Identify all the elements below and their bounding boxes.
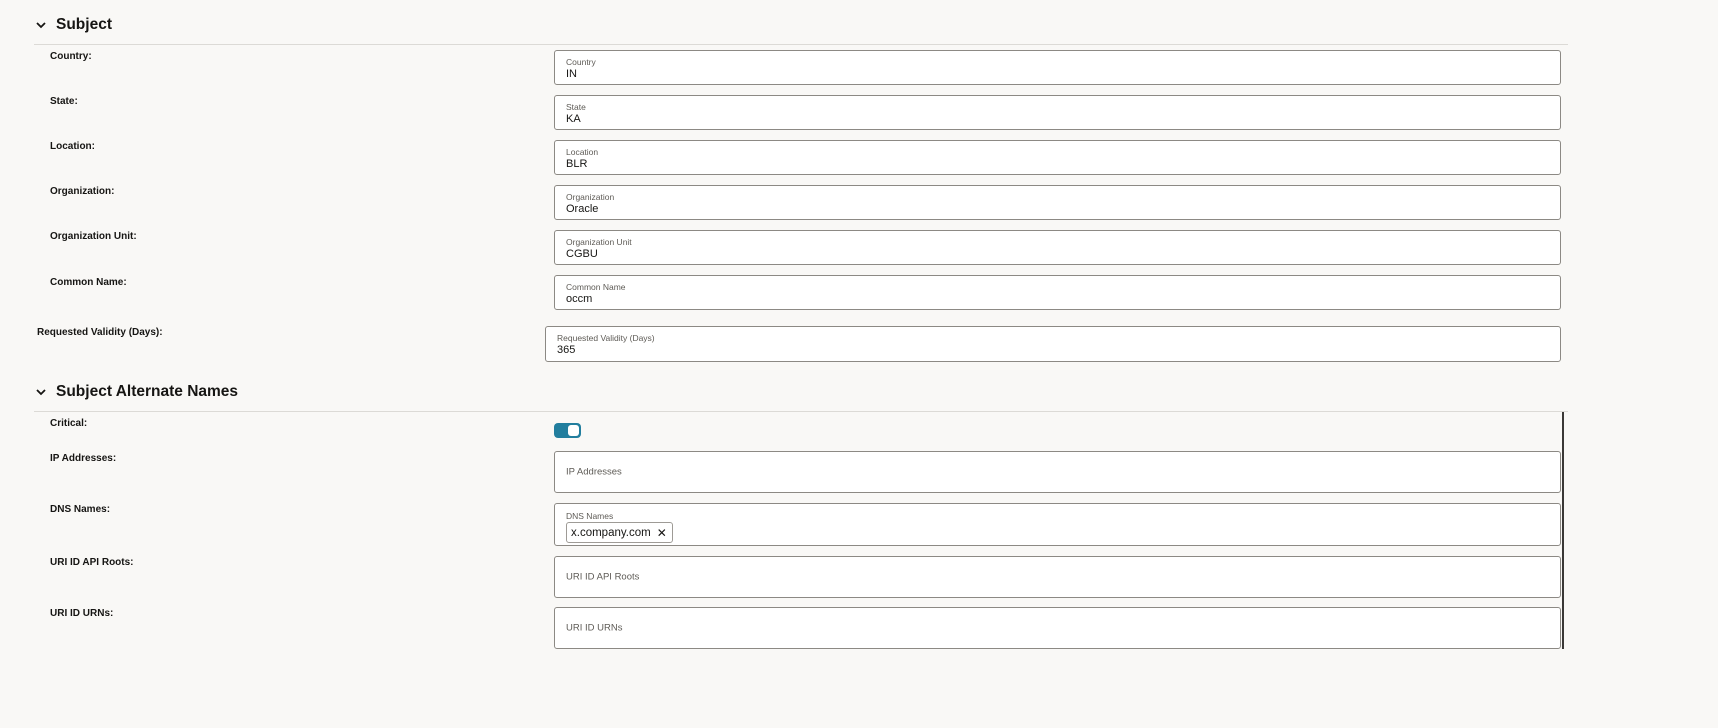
validity-value: 365 [557, 344, 576, 356]
ip-addresses-placeholder: IP Addresses [566, 466, 622, 478]
common-name-value: occm [566, 293, 593, 305]
dns-names-label: DNS Names: [50, 504, 111, 515]
uri-api-roots-placeholder: URI ID API Roots [566, 571, 640, 583]
validity-label: Requested Validity (Days): [37, 327, 163, 338]
san-divider [34, 411, 1568, 412]
common-name-float-label: Common Name [566, 282, 626, 292]
validity-float-label: Requested Validity (Days) [557, 333, 655, 343]
organization-unit-label: Organization Unit: [50, 231, 137, 242]
country-field[interactable]: Country IN [554, 50, 1561, 85]
uri-api-roots-label: URI ID API Roots: [50, 557, 134, 568]
location-value: BLR [566, 158, 588, 170]
location-float-label: Location [566, 147, 599, 157]
common-name-label: Common Name: [50, 277, 127, 288]
ip-addresses-label: IP Addresses: [50, 453, 117, 464]
dns-chip: x.company.com ✕ [566, 522, 673, 543]
subject-divider [34, 44, 1568, 45]
san-section-header[interactable]: Subject Alternate Names [34, 379, 238, 405]
san-section-title: Subject Alternate Names [56, 383, 239, 400]
state-field[interactable]: State KA [554, 95, 1561, 130]
organization-unit-float-label: Organization Unit [566, 237, 632, 247]
critical-label: Critical: [50, 418, 88, 429]
subject-section-header[interactable]: Subject [34, 12, 112, 38]
chevron-down-icon [36, 389, 46, 396]
validity-field[interactable]: Requested Validity (Days) 365 [545, 326, 1561, 362]
organization-unit-field[interactable]: Organization Unit CGBU [554, 230, 1561, 265]
toggle-knob [568, 425, 579, 436]
scrollbar[interactable] [1562, 412, 1564, 649]
common-name-field[interactable]: Common Name occm [554, 275, 1561, 310]
state-float-label: State [566, 102, 586, 112]
organization-label: Organization: [50, 186, 115, 197]
organization-field[interactable]: Organization Oracle [554, 185, 1561, 220]
organization-value: Oracle [566, 203, 599, 215]
dns-names-field[interactable]: DNS Names x.company.com ✕ [554, 503, 1561, 546]
dns-names-float-label: DNS Names [566, 511, 614, 521]
subject-section-title: Subject [56, 16, 112, 33]
country-float-label: Country [566, 57, 596, 67]
state-value: KA [566, 113, 581, 125]
country-label: Country: [50, 51, 92, 62]
uri-api-roots-field[interactable]: URI ID API Roots [554, 556, 1561, 598]
location-field[interactable]: Location BLR [554, 140, 1561, 175]
uri-urns-field[interactable]: URI ID URNs [554, 607, 1561, 649]
dns-chip-label: x.company.com [571, 526, 651, 539]
country-value: IN [566, 68, 577, 80]
ip-addresses-field[interactable]: IP Addresses [554, 451, 1561, 493]
close-icon[interactable]: ✕ [657, 526, 667, 540]
uri-urns-label: URI ID URNs: [50, 608, 114, 619]
location-label: Location: [50, 141, 95, 152]
uri-urns-placeholder: URI ID URNs [566, 622, 623, 634]
organization-unit-value: CGBU [566, 248, 598, 260]
state-label: State: [50, 96, 78, 107]
organization-float-label: Organization [566, 192, 615, 202]
chevron-down-icon [36, 22, 46, 29]
critical-toggle[interactable] [554, 423, 581, 438]
